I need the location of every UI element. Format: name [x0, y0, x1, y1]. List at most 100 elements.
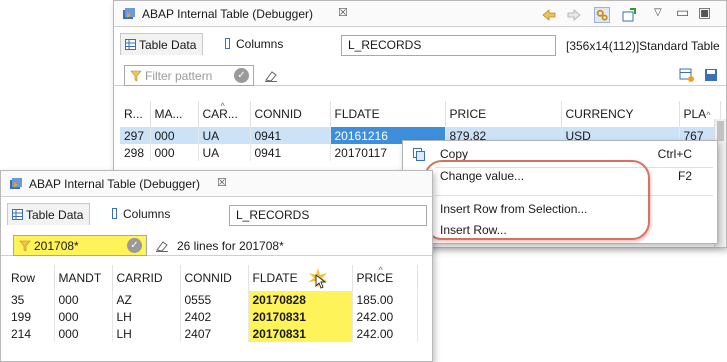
column-header[interactable]: CARRID [112, 265, 181, 291]
window-title: ABAP Internal Table (Debugger) [142, 7, 313, 21]
cell[interactable]: 000 [150, 127, 199, 144]
cell[interactable]: UA [198, 144, 251, 161]
cell[interactable]: 35 [7, 291, 55, 308]
highlighted-cell[interactable]: 20170831 [248, 325, 353, 342]
column-header[interactable]: ^ CAR... [198, 101, 251, 127]
cell[interactable]: LH [112, 308, 181, 325]
cursor-click-icon [307, 268, 328, 289]
column-header[interactable]: ^ PRICE [352, 265, 418, 291]
cell[interactable]: 000 [54, 308, 113, 325]
highlight-callout [424, 160, 650, 240]
tab-columns[interactable]: Columns [218, 33, 283, 55]
column-header[interactable]: MANDT [54, 265, 113, 291]
table-icon [125, 39, 136, 50]
funnel-icon [19, 240, 31, 252]
cell[interactable]: 242.00 [352, 325, 418, 342]
debugger-window-front: ABAP Internal Table (Debugger) ☒ Table D… [0, 170, 433, 362]
table-header: Row MANDT CARRID CONNID FLDATE ^ PRICE [7, 265, 418, 291]
filter-row: Filter pattern ✓ [114, 61, 726, 87]
column-header[interactable]: CONNID [180, 265, 249, 291]
cell[interactable]: LH [112, 325, 181, 342]
settings-gear-icon[interactable] [594, 7, 610, 23]
filter-placeholder: Filter pattern [145, 69, 213, 83]
tab-label: Columns [123, 207, 171, 221]
scrollbar-thumb[interactable] [717, 121, 724, 141]
copy-icon [413, 148, 425, 161]
column-header[interactable]: MA... [150, 101, 199, 127]
filter-input[interactable]: 201708* ✓ [13, 235, 147, 256]
column-header[interactable]: CURRENCY [561, 101, 680, 127]
highlighted-cell[interactable]: 20170828 [248, 291, 353, 308]
tab-row: Table Data Columns L_RECORDS [356x14(112… [114, 31, 726, 86]
cell[interactable]: 000 [54, 291, 113, 308]
cell[interactable]: 185.00 [352, 291, 418, 308]
cell[interactable]: 0555 [180, 291, 249, 308]
cell[interactable]: 199 [7, 308, 55, 325]
forward-arrow-icon[interactable] [566, 7, 582, 23]
columns-icon [112, 208, 117, 219]
table-row[interactable]: 35 000 AZ 0555 20170828 185.00 [7, 291, 418, 308]
title-bar: ABAP Internal Table (Debugger) ☒ [1, 171, 432, 197]
window-title: ABAP Internal Table (Debugger) [29, 177, 200, 191]
cell[interactable]: 214 [7, 325, 55, 342]
clear-filter-icon[interactable]: ✓ [127, 238, 142, 253]
tab-table-data[interactable]: Table Data [120, 33, 204, 55]
filtered-records-table: Row MANDT CARRID CONNID FLDATE ^ PRICE 35… [7, 265, 418, 342]
tab-columns[interactable]: Columns [105, 203, 170, 225]
line-count-status: 26 lines for 201708* [177, 239, 284, 253]
filter-row: 201708* ✓ 26 lines for 201708* [1, 231, 432, 257]
tab-table-data[interactable]: Table Data [7, 203, 91, 225]
menu-item-shortcut: F2 [677, 169, 692, 183]
cell[interactable]: 2407 [180, 325, 249, 342]
cell[interactable]: UA [198, 127, 251, 144]
cell[interactable]: 0941 [250, 127, 331, 144]
sort-indicator-icon: ^ [378, 265, 383, 275]
close-icon[interactable]: ☒ [338, 6, 348, 19]
table-row[interactable]: 214 000 LH 2407 20170831 242.00 [7, 325, 418, 342]
table-row[interactable]: 199 000 LH 2402 20170831 242.00 [7, 308, 418, 325]
cell[interactable]: 298 [120, 144, 151, 161]
cell[interactable]: 2402 [180, 308, 249, 325]
table-name-field[interactable]: L_RECORDS [229, 205, 427, 226]
table-info: [356x14(112)]Standard Table [566, 39, 720, 53]
view-menu-icon[interactable]: ▽ [654, 7, 662, 18]
tab-row: Table Data Columns L_RECORDS [1, 201, 432, 256]
columns-icon [225, 38, 230, 49]
funnel-icon [130, 70, 142, 82]
column-header[interactable]: R... [120, 101, 151, 127]
column-header[interactable]: FLDATE [248, 265, 353, 291]
back-arrow-icon[interactable] [541, 7, 557, 23]
clear-filter-icon[interactable]: ✓ [234, 68, 249, 83]
abap-table-icon [123, 8, 135, 19]
table-header: R... MA... ^ CAR... CONNID FLDATE PRICE C… [120, 101, 721, 127]
cell[interactable]: 000 [54, 325, 113, 342]
tab-label: Columns [236, 37, 284, 51]
column-header[interactable]: PRICE [445, 101, 562, 127]
cell[interactable]: AZ [112, 291, 181, 308]
table-name-field[interactable]: L_RECORDS [341, 35, 556, 56]
eraser-icon[interactable] [155, 240, 169, 252]
maximize-icon[interactable]: ▣ [698, 4, 711, 21]
highlighted-cell[interactable]: 20170831 [248, 308, 353, 325]
eraser-icon[interactable] [264, 70, 278, 82]
cell[interactable]: 000 [150, 144, 199, 161]
minimize-icon[interactable]: ▭ [676, 4, 689, 21]
tab-label: Table Data [139, 38, 197, 52]
menu-item-shortcut: Ctrl+C [657, 147, 692, 161]
title-bar: ABAP Internal Table (Debugger) ☒ ▽ ▭ ▣ [114, 1, 726, 27]
save-icon[interactable] [703, 67, 719, 83]
filter-input[interactable]: Filter pattern ✓ [124, 65, 254, 86]
pin-window-icon[interactable] [621, 7, 637, 23]
column-header[interactable]: FLDATE [330, 101, 446, 127]
cell[interactable]: 297 [120, 127, 151, 144]
table-settings-icon[interactable] [679, 67, 695, 83]
sort-indicator-icon: ^ [220, 101, 225, 111]
sort-indicator-icon: ^ [706, 110, 711, 120]
close-icon[interactable]: ☒ [217, 176, 227, 189]
abap-table-icon [10, 178, 22, 189]
cell[interactable]: 0941 [250, 144, 331, 161]
column-header[interactable]: Row [7, 265, 55, 291]
filter-value: 201708* [34, 239, 79, 253]
column-header[interactable]: CONNID [250, 101, 331, 127]
cell[interactable]: 242.00 [352, 308, 418, 325]
